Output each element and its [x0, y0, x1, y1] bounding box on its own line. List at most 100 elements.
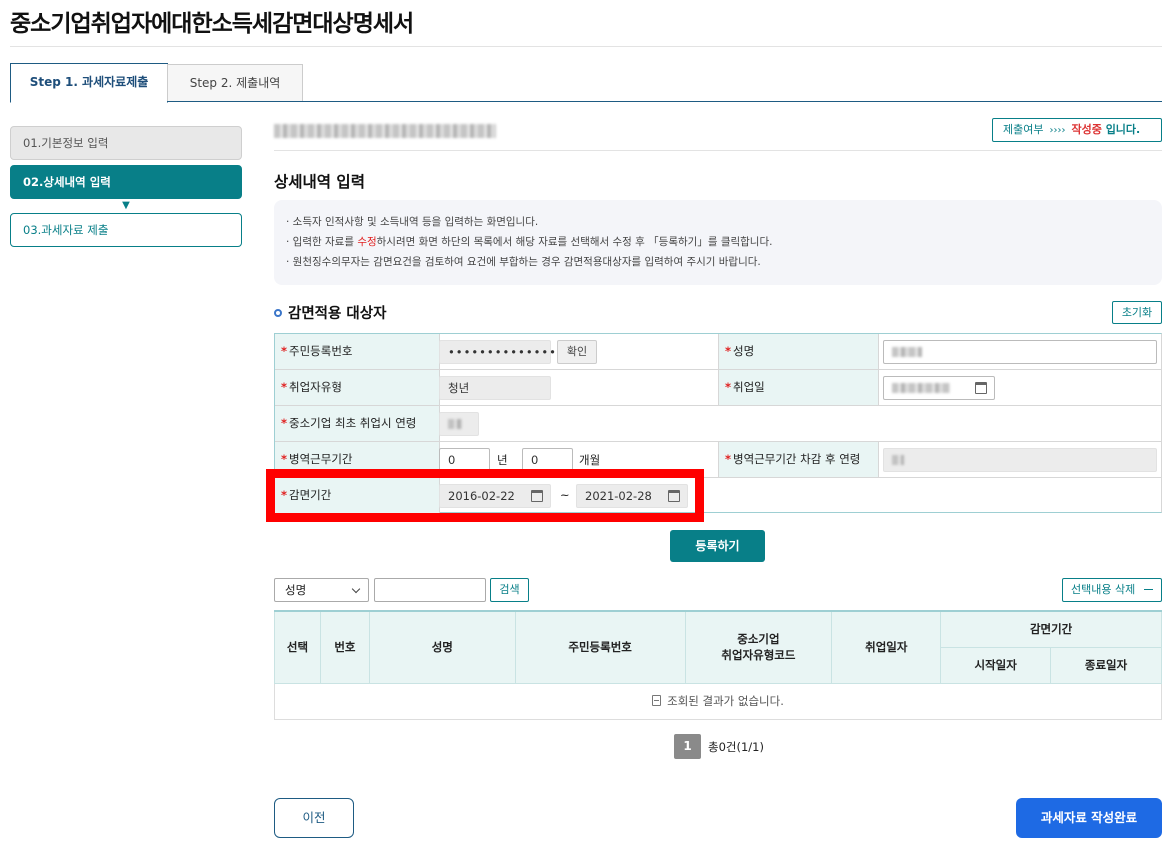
divider: [878, 334, 879, 369]
age-after-label-text: 병역근무기간 차감 후 연령: [733, 452, 861, 466]
year-unit: 년: [497, 453, 508, 467]
type-label-text: 취업자유형: [289, 380, 342, 394]
step-tabs: Step 1. 과세자료제출 Step 2. 제출내역: [10, 63, 1162, 103]
circle-bullet-icon: [274, 309, 282, 317]
age-label: * 중소기업 최초 취업시 연령: [275, 406, 439, 441]
hire-date-label-text: 취업일: [733, 380, 765, 394]
minus-icon: [1144, 589, 1153, 590]
name-label-text: 성명: [733, 344, 755, 358]
age-field[interactable]: [439, 412, 479, 436]
col-type-line2: 취업자유형코드: [721, 648, 796, 663]
month-unit: 개월: [579, 453, 601, 467]
col-name: 성명: [368, 610, 516, 684]
info-text: · 입력한 자료를: [286, 236, 358, 248]
tab-step-2[interactable]: Step 2. 제출내역: [167, 64, 303, 101]
sidebar: 01.기본정보 입력 02.상세내역 입력 ▼ 03.과세자료 제출: [10, 126, 242, 247]
col-no: 번호: [319, 610, 370, 684]
complete-button[interactable]: 과세자료 작성완료: [1016, 798, 1162, 838]
col-hire-date: 취업일자: [831, 610, 942, 684]
page-number[interactable]: 1: [674, 734, 701, 759]
info-text: · 원천징수의무자는 감면요건을 검토하여 요건에 부합하는 경우 감면적용대상…: [286, 256, 761, 268]
required-mark: *: [281, 452, 288, 466]
highlight-box: [266, 469, 704, 522]
status-suffix: 입니다.: [1101, 123, 1141, 136]
calendar-icon[interactable]: [975, 382, 987, 394]
delete-label: 선택내용 삭제: [1071, 583, 1136, 596]
sidebar-item-basic-info[interactable]: 01.기본정보 입력: [10, 126, 242, 160]
form-title-text: 감면적용 대상자: [288, 306, 387, 322]
search-input[interactable]: [374, 578, 486, 602]
status-state: 작성중: [1071, 123, 1102, 136]
age-after-field[interactable]: [883, 448, 1157, 472]
redacted-age: [448, 419, 462, 429]
form-title: 감면적용 대상자: [274, 302, 386, 323]
header-divider: [274, 150, 1162, 151]
sidebar-item-submit[interactable]: 03.과세자료 제출: [10, 213, 242, 247]
info-line: · 소득자 인적사항 및 소득내역 등을 입력하는 화면입니다.: [286, 212, 1162, 232]
search-button[interactable]: 검색: [490, 578, 529, 602]
down-arrow-icon: ▼: [122, 200, 130, 211]
required-mark: *: [281, 344, 288, 358]
required-mark: *: [725, 380, 732, 394]
chevrons-icon: ››››: [1049, 125, 1066, 136]
form-row: * 주민등록번호 •••••••••••••• 확인 * 성명: [275, 334, 1161, 370]
col-select: 선택: [274, 610, 321, 684]
col-period: 감면기간: [940, 610, 1162, 648]
form-row: * 취업자유형 청년 * 취업일: [275, 370, 1161, 406]
empty-message: 조회된 결과가 없습니다.: [667, 694, 784, 708]
rrn-field[interactable]: ••••••••••••••: [439, 340, 556, 364]
name-field[interactable]: [883, 340, 1157, 364]
search-select-value: 성명: [285, 583, 307, 597]
status-label: 제출여부: [1003, 123, 1044, 136]
prev-button[interactable]: 이전: [274, 798, 354, 838]
age-label-text: 중소기업 최초 취업시 연령: [289, 416, 417, 430]
status-badge: 제출여부 ›››› 작성중 입니다.: [992, 118, 1162, 142]
age-after-label: * 병역근무기간 차감 후 연령: [719, 442, 878, 477]
tab-step-1[interactable]: Step 1. 과세자료제출: [10, 63, 168, 103]
section-title: 상세내역 입력: [274, 173, 365, 191]
divider: [878, 442, 879, 477]
rrn-label: * 주민등록번호: [275, 334, 439, 369]
info-line: · 입력한 자료를 수정하시려면 화면 하단의 목록에서 해당 자료를 선택해서…: [286, 232, 1162, 252]
redacted-user-info: [274, 124, 496, 138]
info-text: · 소득자 인적사항 및 소득내역 등을 입력하는 화면입니다.: [286, 216, 539, 228]
required-mark: *: [281, 416, 288, 430]
rrn-label-text: 주민등록번호: [289, 344, 353, 358]
reset-button[interactable]: 초기화: [1112, 301, 1162, 324]
info-box: · 소득자 인적사항 및 소득내역 등을 입력하는 화면입니다. · 입력한 자…: [274, 200, 1162, 285]
required-mark: *: [281, 380, 288, 394]
col-rrn: 주민등록번호: [514, 610, 686, 684]
name-label: * 성명: [719, 334, 878, 369]
confirm-button[interactable]: 확인: [557, 340, 597, 364]
delete-selected-button[interactable]: 선택내용 삭제: [1062, 578, 1162, 602]
col-type-line1: 중소기업: [737, 632, 780, 647]
document-icon: [652, 695, 662, 706]
redacted-age: [892, 455, 904, 465]
form-row: * 중소기업 최초 취업시 연령: [275, 406, 1161, 442]
hire-date-label: * 취업일: [719, 370, 878, 405]
type-field[interactable]: 청년: [439, 376, 551, 400]
hire-date-field[interactable]: [883, 376, 995, 400]
required-mark: *: [725, 344, 732, 358]
col-start: 시작일자: [940, 646, 1052, 684]
info-line: · 원천징수의무자는 감면요건을 검토하여 요건에 부합하는 경우 감면적용대상…: [286, 252, 1162, 272]
result-table: 선택 번호 성명 주민등록번호 중소기업 취업자유형코드 취업일자 감면기간 시작…: [274, 610, 1162, 720]
required-mark: *: [725, 452, 732, 466]
sidebar-item-detail[interactable]: 02.상세내역 입력: [10, 165, 242, 199]
type-label: * 취업자유형: [275, 370, 439, 405]
chevron-down-icon: [351, 584, 361, 594]
divider: [878, 370, 879, 405]
redacted-name: [892, 347, 922, 357]
info-highlight: 수정: [357, 236, 377, 248]
info-text: 하시려면 화면 하단의 목록에서 해당 자료를 선택해서 수정 후 「등록하기」…: [376, 236, 773, 248]
col-end: 종료일자: [1050, 646, 1162, 684]
redacted-date: [892, 383, 950, 393]
title-divider: [10, 46, 1162, 47]
search-select[interactable]: 성명: [274, 578, 369, 602]
total-count: 총0건(1/1): [708, 740, 764, 754]
col-type-code: 중소기업 취업자유형코드: [684, 610, 833, 684]
military-label-text: 병역근무기간: [289, 452, 353, 466]
register-button[interactable]: 등록하기: [670, 530, 765, 562]
page-title: 중소기업취업자에대한소득세감면대상명세서: [10, 11, 414, 37]
empty-row: 조회된 결과가 없습니다.: [274, 682, 1162, 720]
